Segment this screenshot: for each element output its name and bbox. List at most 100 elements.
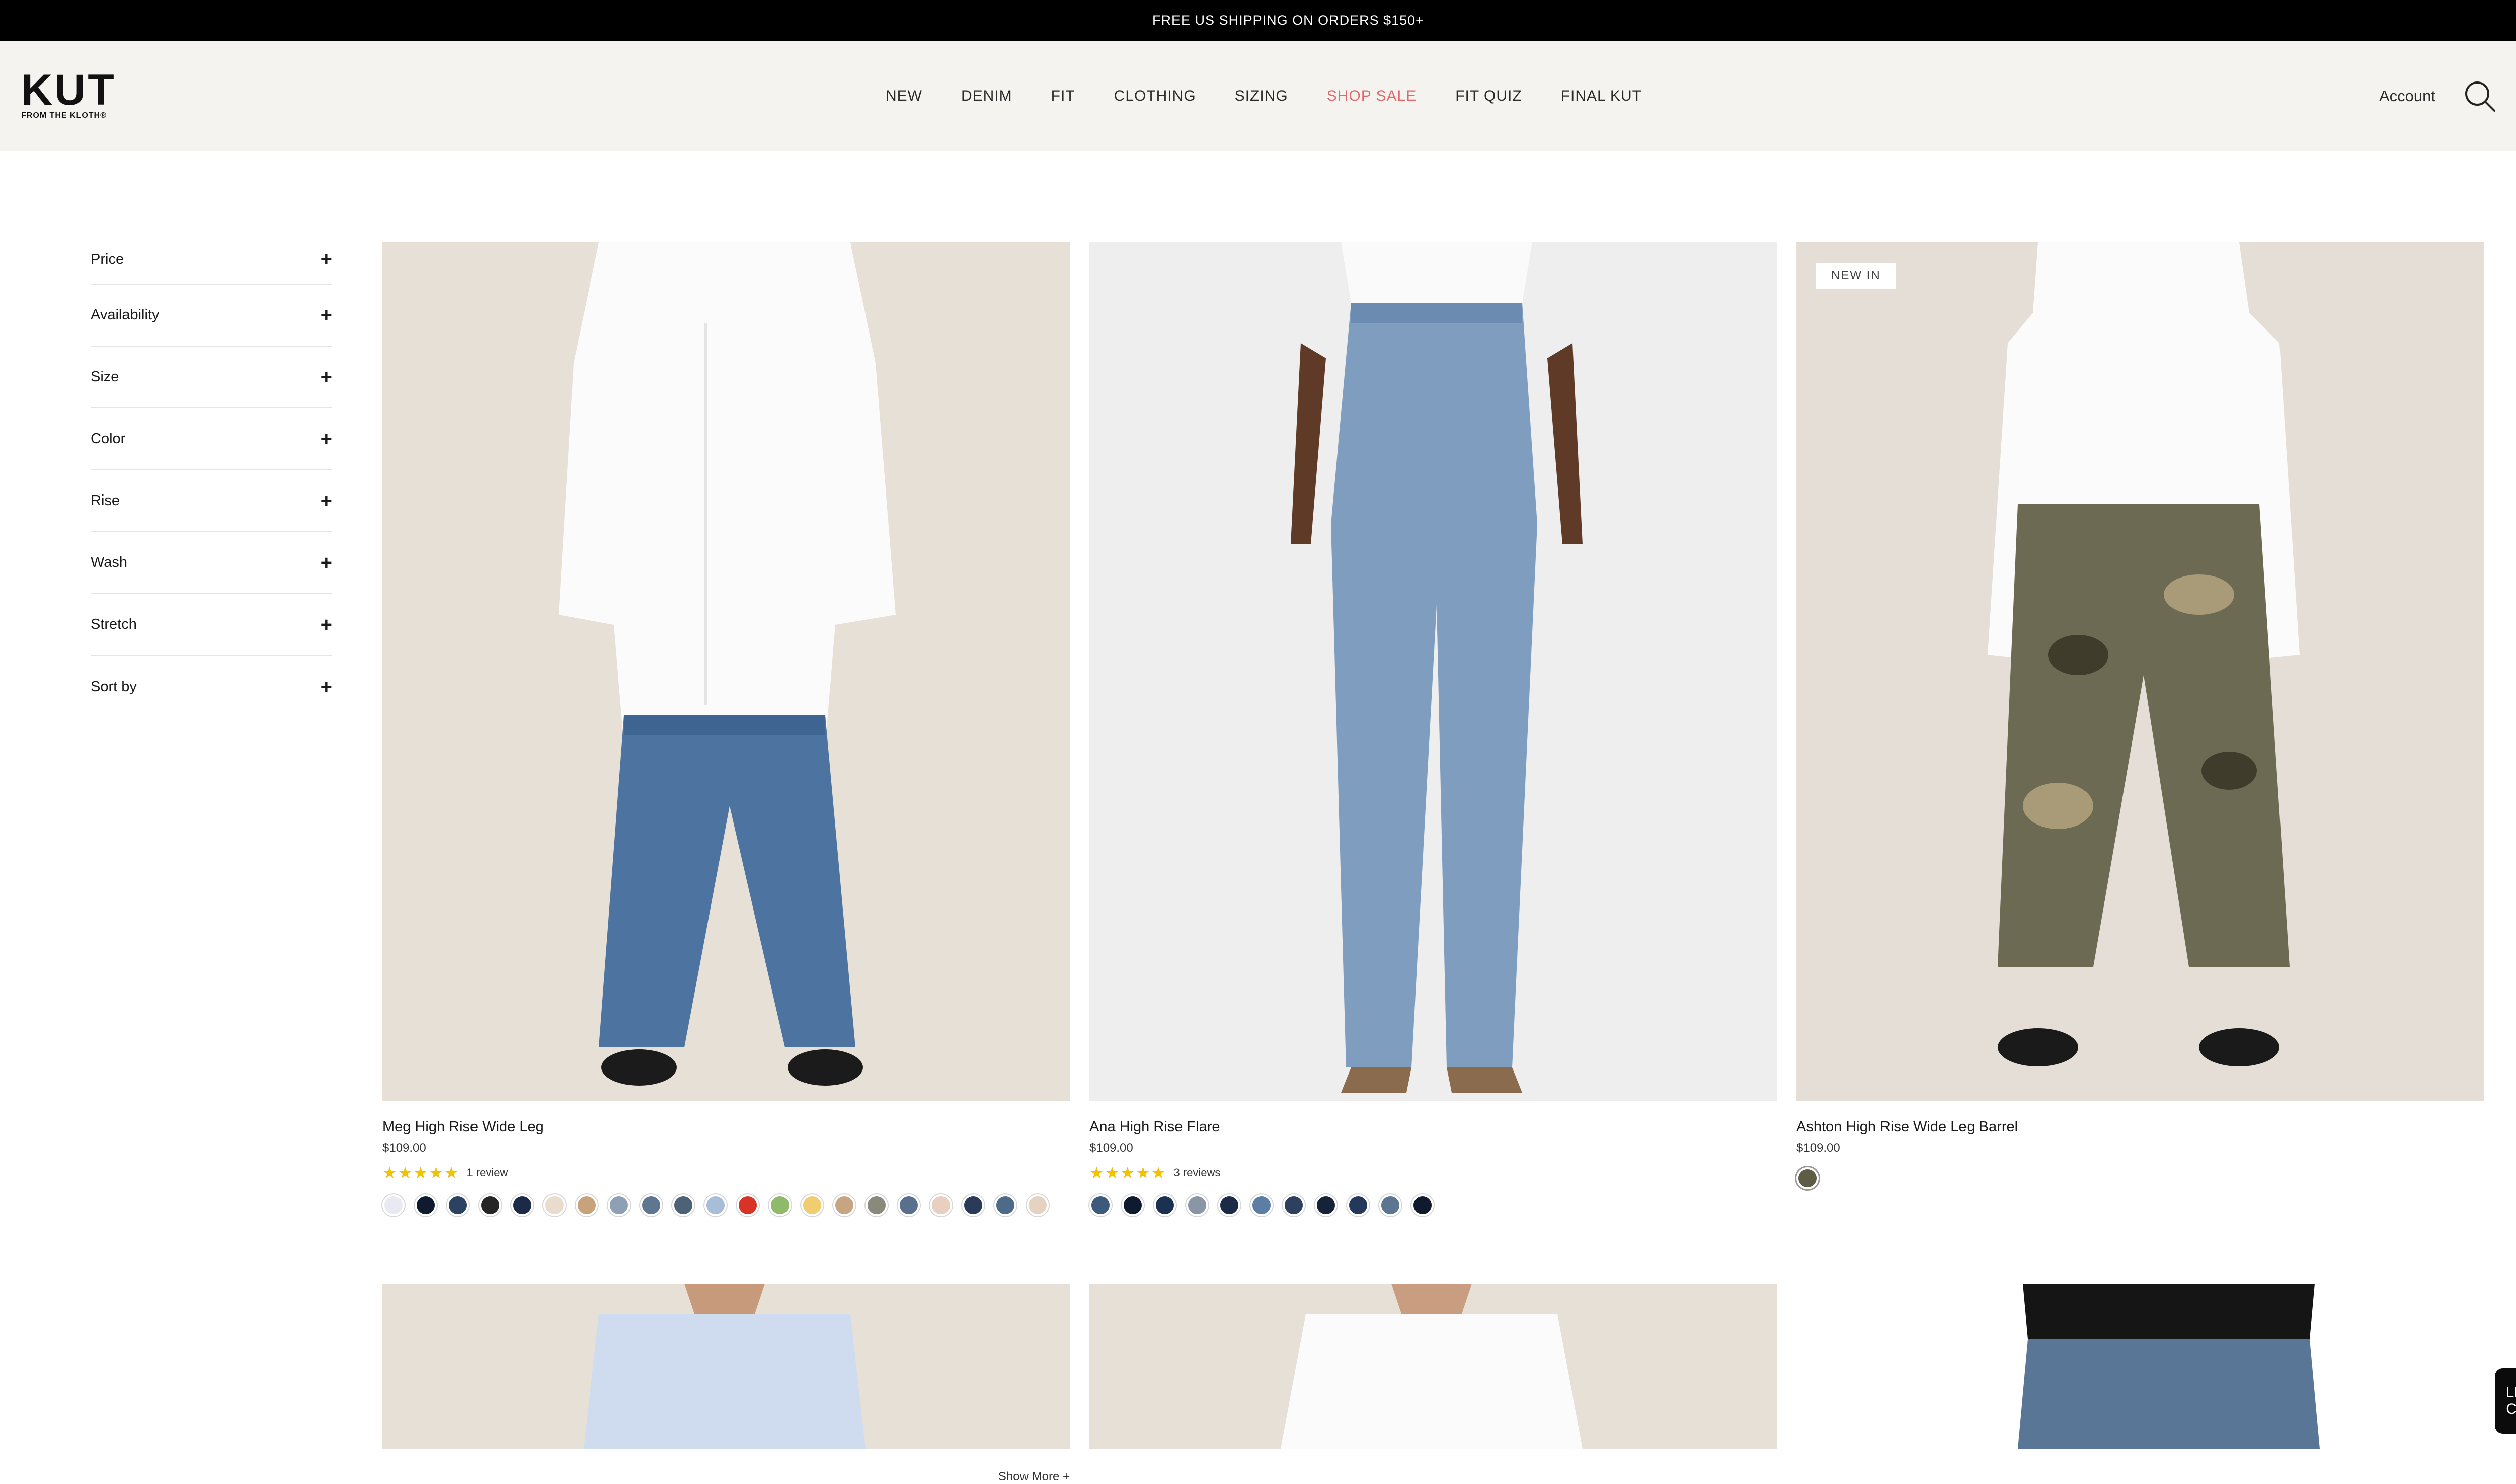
site-header: KUT FROM THE KLOTH® NEW DENIM FIT CLOTHI… — [0, 41, 2516, 151]
color-swatch[interactable] — [640, 1194, 662, 1216]
nav-fit[interactable]: FIT — [1051, 88, 1075, 105]
product-name[interactable]: Ana High Rise Flare — [1089, 1119, 1220, 1135]
product-image[interactable] — [1089, 1284, 1777, 1449]
filter-price[interactable]: Price + — [91, 234, 332, 285]
color-swatch[interactable] — [833, 1194, 855, 1216]
nav-shop-sale[interactable]: SHOP SALE — [1327, 88, 1417, 105]
color-swatch[interactable] — [1411, 1194, 1434, 1216]
color-swatch[interactable] — [543, 1194, 566, 1216]
main-nav: NEW DENIM FIT CLOTHING SIZING SHOP SALE … — [886, 41, 1642, 151]
color-swatch[interactable] — [608, 1194, 630, 1216]
product-image[interactable] — [1796, 1284, 2484, 1449]
filter-label: Rise — [91, 492, 120, 509]
filter-label: Color — [91, 431, 126, 447]
product-card[interactable]: NEW IN Ashton High Rise Wide Leg Barrel … — [1796, 242, 2484, 1249]
color-swatch[interactable] — [801, 1194, 823, 1216]
filter-label: Price — [91, 251, 124, 267]
account-link[interactable]: Account — [2379, 41, 2435, 151]
color-swatch[interactable] — [930, 1194, 952, 1216]
filter-sort-by[interactable]: Sort by + — [91, 656, 332, 718]
nav-sizing[interactable]: SIZING — [1235, 88, 1288, 105]
color-swatch[interactable] — [1796, 1167, 1819, 1189]
color-swatch[interactable] — [1347, 1194, 1369, 1216]
product-rating[interactable]: ★★★★★ 1 review — [382, 1163, 508, 1182]
logo[interactable]: KUT FROM THE KLOTH® — [21, 66, 116, 125]
filter-color[interactable]: Color + — [91, 408, 332, 470]
filter-label: Size — [91, 369, 119, 385]
plus-icon: + — [320, 676, 332, 698]
filter-label: Sort by — [91, 679, 137, 695]
chat-button[interactable]: LET'S CHAT — [2495, 1368, 2516, 1434]
nav-new[interactable]: NEW — [886, 88, 922, 105]
product-name[interactable]: Meg High Rise Wide Leg — [382, 1119, 544, 1135]
filter-rise[interactable]: Rise + — [91, 470, 332, 532]
plus-icon: + — [320, 248, 332, 270]
show-more-button[interactable]: Show More + — [998, 1470, 1070, 1484]
filter-availability[interactable]: Availability + — [91, 285, 332, 347]
color-swatch[interactable] — [1218, 1194, 1240, 1216]
product-image[interactable]: NEW IN — [1796, 242, 2484, 1101]
color-swatch[interactable] — [1027, 1194, 1049, 1216]
filter-size[interactable]: Size + — [91, 347, 332, 408]
product-image[interactable] — [382, 1284, 1070, 1449]
color-swatch[interactable] — [479, 1194, 501, 1216]
product-price: $109.00 — [382, 1141, 426, 1155]
plus-icon: + — [320, 304, 332, 326]
product-rating[interactable]: ★★★★★ 3 reviews — [1089, 1163, 1220, 1182]
review-count: 3 reviews — [1173, 1166, 1221, 1179]
color-swatch[interactable] — [1089, 1194, 1112, 1216]
plus-icon: + — [320, 428, 332, 450]
review-count: 1 review — [466, 1166, 508, 1179]
color-swatch[interactable] — [769, 1194, 791, 1216]
search-icon[interactable] — [2462, 78, 2497, 114]
chat-label: LET'S — [2505, 1384, 2516, 1401]
color-swatch[interactable] — [1122, 1194, 1144, 1216]
filter-wash[interactable]: Wash + — [91, 532, 332, 594]
color-swatch[interactable] — [1154, 1194, 1176, 1216]
color-swatch[interactable] — [382, 1194, 405, 1216]
color-swatch[interactable] — [1315, 1194, 1337, 1216]
product-price: $109.00 — [1796, 1141, 1840, 1155]
product-card[interactable] — [382, 1284, 1070, 1449]
color-swatches — [1796, 1167, 1829, 1189]
new-in-badge: NEW IN — [1816, 263, 1896, 289]
nav-final-kut[interactable]: FINAL KUT — [1561, 88, 1642, 105]
logo-tagline: FROM THE KLOTH® — [21, 111, 107, 120]
color-swatch[interactable] — [737, 1194, 759, 1216]
color-swatch[interactable] — [672, 1194, 694, 1216]
color-swatch[interactable] — [1379, 1194, 1401, 1216]
plus-icon: + — [320, 551, 332, 574]
color-swatches — [382, 1194, 1059, 1216]
product-image[interactable] — [382, 242, 1070, 1101]
product-image[interactable] — [1089, 242, 1777, 1101]
announcement-text: FREE US SHIPPING ON ORDERS $150+ — [1152, 13, 1424, 28]
product-card[interactable] — [1089, 1284, 1777, 1449]
product-card[interactable]: Ana High Rise Flare $109.00 ★★★★★ 3 revi… — [1089, 242, 1777, 1249]
color-swatch[interactable] — [447, 1194, 469, 1216]
color-swatch[interactable] — [415, 1194, 437, 1216]
star-rating-icon: ★★★★★ — [1089, 1164, 1167, 1182]
color-swatch[interactable] — [704, 1194, 727, 1216]
plus-icon: + — [320, 489, 332, 512]
color-swatch[interactable] — [511, 1194, 533, 1216]
chat-label: CHAT — [2506, 1400, 2516, 1417]
logo-wordmark: KUT — [21, 66, 116, 114]
plus-icon: + — [320, 613, 332, 636]
color-swatch[interactable] — [962, 1194, 984, 1216]
color-swatch[interactable] — [1186, 1194, 1208, 1216]
color-swatch[interactable] — [1283, 1194, 1305, 1216]
color-swatch[interactable] — [898, 1194, 920, 1216]
nav-denim[interactable]: DENIM — [961, 88, 1012, 105]
filter-stretch[interactable]: Stretch + — [91, 594, 332, 656]
color-swatch[interactable] — [866, 1194, 888, 1216]
plus-icon: + — [320, 366, 332, 388]
color-swatch[interactable] — [576, 1194, 598, 1216]
product-card[interactable] — [1796, 1284, 2484, 1449]
nav-fit-quiz[interactable]: FIT QUIZ — [1455, 88, 1522, 105]
product-name[interactable]: Ashton High Rise Wide Leg Barrel — [1796, 1119, 2018, 1135]
product-card[interactable]: Meg High Rise Wide Leg $109.00 ★★★★★ 1 r… — [382, 242, 1070, 1483]
color-swatch[interactable] — [994, 1194, 1016, 1216]
filter-sidebar: Price + Availability + Size + Color + Ri… — [91, 234, 332, 718]
nav-clothing[interactable]: CLOTHING — [1114, 88, 1196, 105]
color-swatch[interactable] — [1250, 1194, 1273, 1216]
